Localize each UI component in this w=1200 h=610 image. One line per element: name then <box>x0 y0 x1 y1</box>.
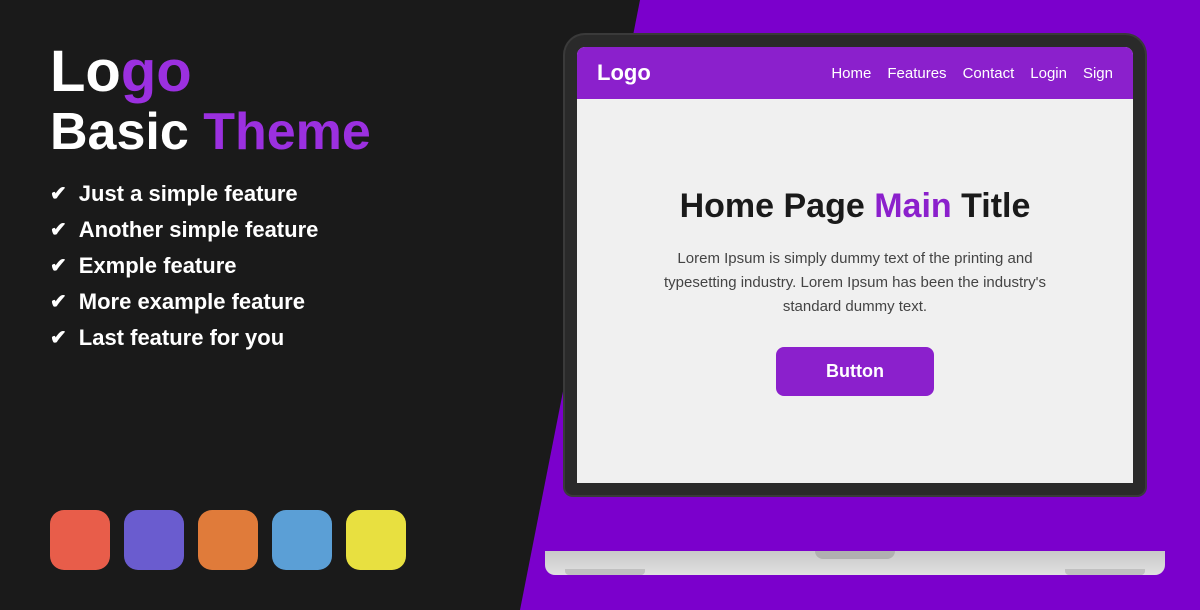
browser-nav-logo: Logo <box>597 60 651 86</box>
check-icon-5: ✔ <box>50 325 67 350</box>
screen-content: Home Page Main Title Lorem Ipsum is simp… <box>577 99 1133 483</box>
logo-section: Logo Basic Theme <box>50 40 470 161</box>
check-icon-3: ✔ <box>50 253 67 278</box>
laptop-mockup: Logo Home Features Contact Login Sign Ho… <box>545 35 1165 575</box>
laptop-screen: Logo Home Features Contact Login Sign Ho… <box>577 47 1133 483</box>
swatch-red[interactable] <box>50 510 110 570</box>
nav-link-features[interactable]: Features <box>887 65 946 82</box>
check-icon-4: ✔ <box>50 289 67 314</box>
screen-title-black2: Title <box>952 187 1031 225</box>
browser-nav: Logo Home Features Contact Login Sign <box>577 47 1133 99</box>
feature-text-1: Just a simple feature <box>79 181 298 207</box>
feature-text-2: Another simple feature <box>79 217 319 243</box>
check-icon-2: ✔ <box>50 217 67 242</box>
tagline-basic: Basic <box>50 103 203 161</box>
feature-item-4: ✔ More example feature <box>50 289 470 315</box>
swatch-orange[interactable] <box>198 510 258 570</box>
screen-title-purple: Main <box>874 187 951 225</box>
feature-item-2: ✔ Another simple feature <box>50 217 470 243</box>
left-panel: Logo Basic Theme ✔ Just a simple feature… <box>0 0 520 610</box>
screen-body-text: Lorem Ipsum is simply dummy text of the … <box>645 247 1065 319</box>
color-swatches <box>50 510 470 570</box>
screen-title-black1: Home Page <box>680 187 875 225</box>
logo-heading: Logo <box>50 40 470 104</box>
nav-links: Home Features Contact Login Sign <box>831 65 1113 82</box>
right-panel: Logo Home Features Contact Login Sign Ho… <box>520 0 1200 610</box>
feature-item-5: ✔ Last feature for you <box>50 325 470 351</box>
feature-item-3: ✔ Exmple feature <box>50 253 470 279</box>
logo-purple: go <box>121 39 192 104</box>
nav-link-home[interactable]: Home <box>831 65 871 82</box>
nav-link-contact[interactable]: Contact <box>963 65 1015 82</box>
feature-text-4: More example feature <box>79 289 305 315</box>
laptop-foot-right <box>1065 569 1145 575</box>
laptop-body: Logo Home Features Contact Login Sign Ho… <box>565 35 1145 495</box>
screen-title: Home Page Main Title <box>680 186 1031 227</box>
features-list: ✔ Just a simple feature ✔ Another simple… <box>50 181 470 351</box>
tagline-heading: Basic Theme <box>50 104 470 161</box>
feature-item-1: ✔ Just a simple feature <box>50 181 470 207</box>
nav-link-signup[interactable]: Sign <box>1083 65 1113 82</box>
laptop-base <box>545 551 1165 575</box>
feature-text-3: Exmple feature <box>79 253 237 279</box>
swatch-purple[interactable] <box>124 510 184 570</box>
feature-text-5: Last feature for you <box>79 325 284 351</box>
nav-link-login[interactable]: Login <box>1030 65 1067 82</box>
laptop-notch <box>815 551 895 559</box>
laptop-foot-left <box>565 569 645 575</box>
check-icon-1: ✔ <box>50 181 67 206</box>
tagline-theme: Theme <box>203 103 371 161</box>
swatch-yellow[interactable] <box>346 510 406 570</box>
swatch-blue[interactable] <box>272 510 332 570</box>
screen-cta-button[interactable]: Button <box>776 347 934 396</box>
